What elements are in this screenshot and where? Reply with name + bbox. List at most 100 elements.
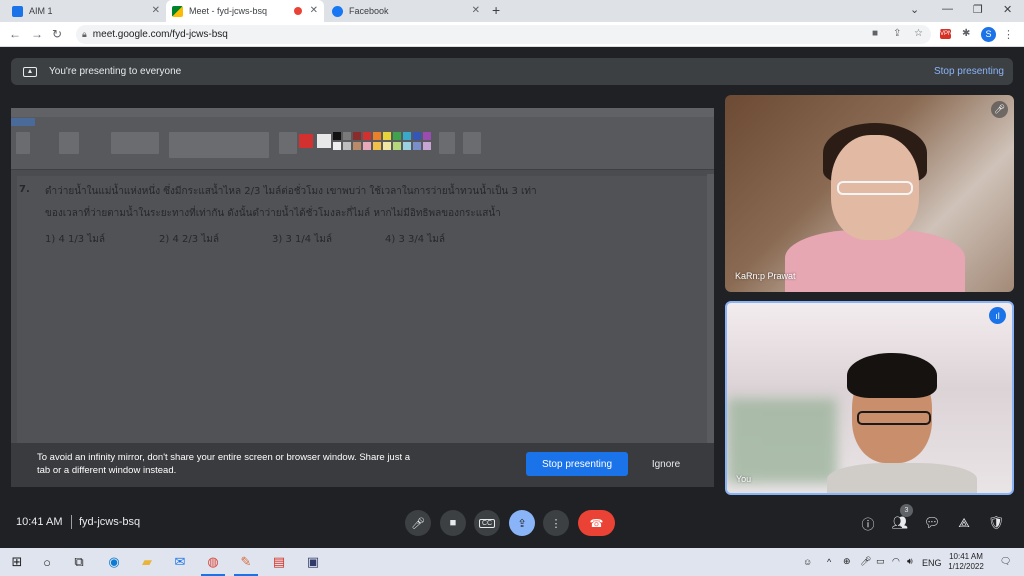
canvas-scrollbar [707, 174, 714, 474]
captions-button[interactable]: CC [474, 510, 500, 536]
color-swatch [343, 142, 351, 150]
minimize-icon[interactable]: — [942, 3, 953, 15]
participant-video [847, 353, 937, 398]
mic-button[interactable]: 🎤︎ [405, 510, 431, 536]
color-swatch [353, 132, 361, 140]
menu-dots-icon[interactable]: ⋮ [1003, 28, 1014, 41]
tab-title: AIM 1 [29, 6, 53, 16]
answer-option-1: 1) 4 1/3 ไมล์ [45, 234, 106, 245]
forward-icon[interactable]: → [31, 27, 43, 41]
camera-button[interactable]: ■ [440, 510, 466, 536]
bookmark-star-icon[interactable]: ☆ [914, 28, 923, 39]
ribbon-title-strip [11, 108, 714, 117]
profile-avatar[interactable]: S [981, 27, 996, 42]
meeting-details-icon[interactable]: ⓘ [859, 514, 877, 532]
notifications-icon[interactable]: 🗨︎ [1000, 556, 1011, 567]
new-tab-icon[interactable]: + [492, 2, 500, 18]
task-view-icon[interactable]: ⧉ [69, 552, 89, 572]
color-swatch [373, 132, 381, 140]
answer-option-3: 3) 3 1/4 ไมล์ [272, 234, 333, 245]
present-now-button[interactable]: ⇪ [509, 510, 535, 536]
paint-icon[interactable]: ✎ [236, 552, 256, 572]
tab-title: Facebook [349, 6, 389, 16]
file-explorer-icon[interactable]: ▰ [137, 552, 157, 572]
leave-call-button[interactable]: ☎︎ [578, 510, 615, 536]
search-icon[interactable]: ○ [37, 552, 57, 572]
present-screen-icon [23, 66, 37, 77]
color-swatch [393, 142, 401, 150]
recording-dot-icon [294, 7, 302, 15]
vpn-extension-icon[interactable]: VPN [940, 29, 952, 39]
camera-in-use-icon[interactable]: ■ [872, 28, 878, 39]
volume-icon[interactable]: 🔊︎ [907, 556, 913, 567]
taskbar-date: 1/12/2022 [948, 562, 984, 571]
ribbon-edit-colors [439, 132, 455, 154]
participant-video [837, 181, 913, 195]
people-tray-icon[interactable]: ☺︎ [803, 557, 812, 567]
taskbar-clock[interactable]: 10:41 AM 1/12/2022 [940, 552, 992, 572]
color-swatch [423, 142, 431, 150]
address-toolbar: ← → ↻ 🔒︎ meet.google.com/fyd-jcws-bsq ■ … [0, 22, 1024, 47]
ribbon-shapes [169, 132, 269, 158]
back-icon[interactable]: ← [9, 27, 21, 41]
people-count-badge: 3 [900, 504, 913, 517]
tab-aim1[interactable]: AIM 1 ✕ [6, 0, 166, 22]
warning-message: To avoid an infinity mirror, don't share… [37, 452, 411, 476]
participant-tile-you[interactable]: ıl You [725, 301, 1014, 495]
reload-icon[interactable]: ↻ [52, 27, 62, 41]
microphone-tray-icon[interactable]: 🎤︎ [860, 556, 871, 567]
microphone-icon: 🎤︎ [411, 517, 425, 530]
wifi-icon[interactable]: ◠ [892, 556, 900, 567]
meeting-time: 10:41 AM [16, 516, 63, 528]
close-tab-icon[interactable]: ✕ [472, 5, 480, 16]
participant-name: You [736, 474, 752, 484]
color-swatch [299, 134, 313, 148]
close-tab-icon[interactable]: ✕ [152, 5, 160, 16]
closed-captions-icon: CC [478, 518, 496, 528]
host-controls-icon[interactable]: 🛡︎ [987, 514, 1005, 532]
tab-facebook[interactable]: Facebook ✕ [326, 0, 486, 22]
browser-tab-strip: AIM 1 ✕ Meet - fyd-jcws-bsq ✕ Facebook ✕… [0, 0, 1024, 22]
extensions-icon[interactable]: ✱ [962, 28, 970, 39]
close-tab-icon[interactable]: ✕ [310, 5, 318, 16]
color-swatch [363, 132, 371, 140]
share-icon[interactable]: ⇪ [893, 28, 901, 39]
tab-meet[interactable]: Meet - fyd-jcws-bsq ✕ [166, 0, 324, 22]
stop-presenting-button[interactable]: Stop presenting [526, 452, 628, 476]
more-options-button[interactable]: ⋮ [543, 510, 569, 536]
color-swatch [333, 142, 341, 150]
chrome-icon[interactable]: ◍ [203, 552, 223, 572]
battery-icon[interactable]: ▭ [876, 556, 885, 567]
maximize-icon[interactable]: ❐ [973, 3, 983, 16]
answer-option-2: 2) 4 2/3 ไมล์ [159, 234, 220, 245]
url-bar[interactable]: 🔒︎ meet.google.com/fyd-jcws-bsq [76, 25, 931, 44]
divider [71, 515, 72, 529]
mail-icon[interactable]: ✉︎ [170, 552, 190, 572]
pdf-reader-icon[interactable]: ▤ [269, 552, 289, 572]
color-swatch [317, 134, 331, 148]
url-text: meet.google.com/fyd-jcws-bsq [92, 29, 228, 40]
question-line-2: ของเวลาที่ว่ายตามน้ำในระยะทางที่เท่ากัน … [45, 208, 501, 219]
participant-tile-karnp[interactable]: 🎤︎ KaRn:p Prawat [725, 95, 1014, 292]
color-swatch [333, 132, 341, 140]
participant-video [727, 398, 837, 483]
activities-icon[interactable]: ⟁ [955, 514, 973, 532]
windows-start-icon[interactable]: ⊞ [7, 552, 27, 572]
edge-browser-icon[interactable]: ◉ [104, 552, 124, 572]
media-app-icon[interactable]: ▣ [303, 552, 323, 572]
taskbar-time: 10:41 AM [949, 552, 983, 561]
chat-icon[interactable]: 💬︎ [923, 514, 941, 532]
input-language[interactable]: ENG [922, 558, 942, 568]
lock-icon: 🔒︎ [82, 29, 87, 39]
close-window-icon[interactable]: ✕ [1003, 3, 1012, 16]
tab-search-icon[interactable]: ⌄ [910, 3, 919, 16]
participant-video [827, 463, 977, 493]
banner-stop-presenting-link[interactable]: Stop presenting [934, 66, 1004, 77]
ignore-button[interactable]: Ignore [643, 452, 689, 476]
color-swatch [403, 142, 411, 150]
show-hidden-icons[interactable]: ^ [827, 557, 831, 567]
color-swatch [423, 132, 431, 140]
video-camera-icon: ■ [449, 517, 457, 529]
tray-app-icon[interactable]: ⊕ [843, 556, 851, 567]
participant-video [857, 411, 931, 425]
